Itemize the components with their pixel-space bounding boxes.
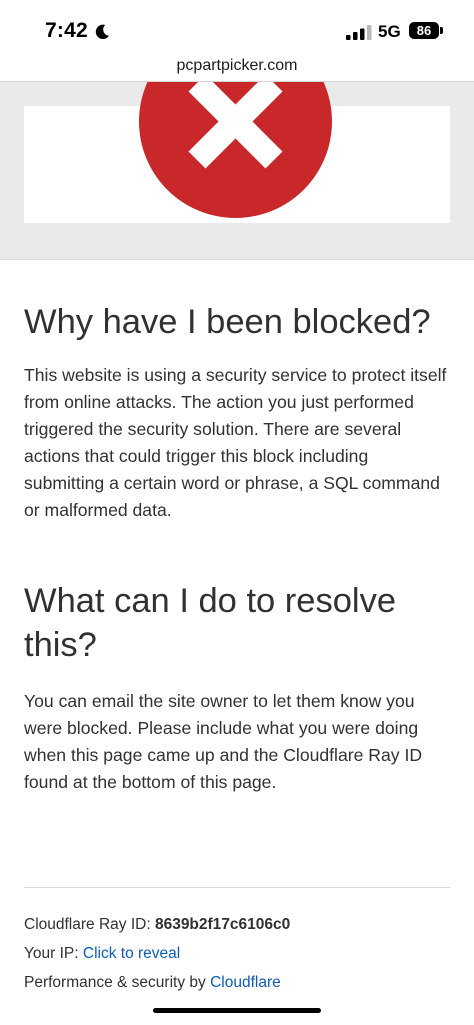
address-bar[interactable]: pcpartpicker.com [0,54,474,82]
footer: Cloudflare Ray ID: 8639b2f17c6106c0 Your… [24,887,450,991]
resolve-heading: What can I do to resolve this? [24,582,397,664]
status-time: 7:42 [45,19,88,42]
network-label: 5G [378,22,401,41]
cloudflare-link[interactable]: Cloudflare [210,974,281,991]
url-domain[interactable]: pcpartpicker.com [177,57,298,74]
signal-icon [346,25,372,40]
battery-level: 86 [416,23,432,38]
status-bar: 7:42 5G 86 [0,0,474,56]
why-blocked-heading: Why have I been blocked? [24,303,431,341]
ray-id-value: 8639b2f17c6106c0 [154,916,291,933]
resolve-text: You can email the site owner to let them… [24,691,423,792]
performance-line: Performance & security by Cloudflare [24,974,281,992]
home-indicator[interactable] [153,1008,321,1013]
ip-line: Your IP: Click to reveal [24,945,180,963]
ray-id-label: Cloudflare Ray ID: [24,916,151,933]
reveal-ip-link[interactable]: Click to reveal [83,945,180,962]
performance-label: Performance & security by [24,974,206,991]
ray-id-line: Cloudflare Ray ID: 8639b2f17c6106c0 [24,916,290,934]
error-banner [0,82,474,260]
moon-icon [95,24,110,40]
error-x-icon [139,82,332,218]
ip-label: Your IP: [24,945,79,962]
battery-icon: 86 [409,22,439,39]
battery-nub [440,27,443,34]
why-blocked-text: This website is using a security service… [24,365,447,520]
